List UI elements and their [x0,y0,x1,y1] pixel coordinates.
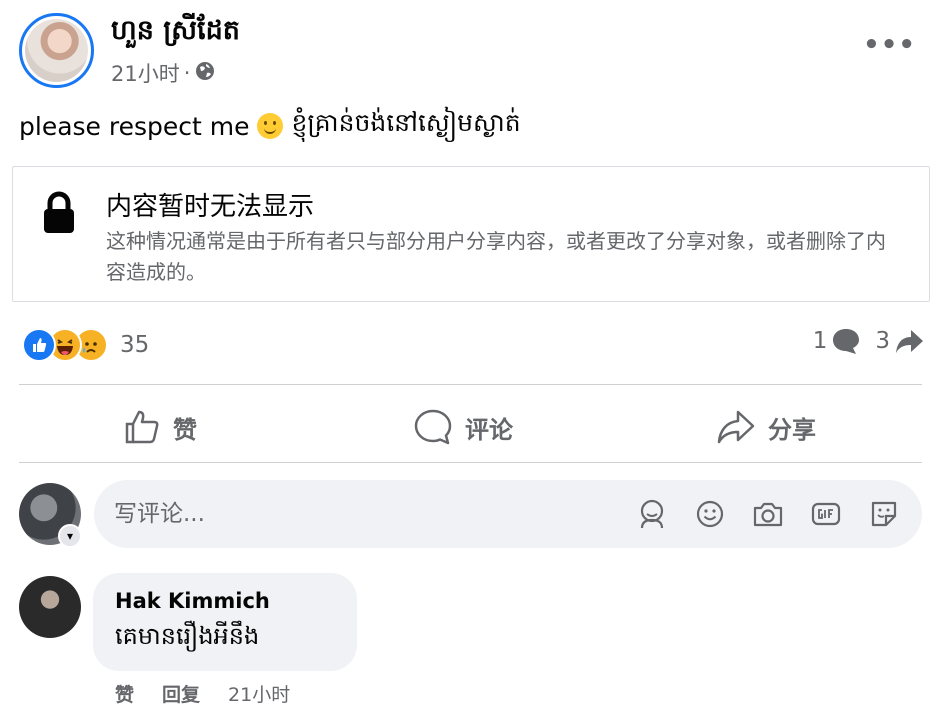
comment-label: 评论 [465,415,513,444]
sticker-icon[interactable] [866,496,902,532]
globe-icon [194,60,216,87]
author-avatar[interactable] [19,13,94,88]
comment-input[interactable] [114,501,634,527]
like-button[interactable]: 赞 [123,398,197,456]
shares-count-value: 3 [875,328,890,354]
gif-icon[interactable] [808,496,844,532]
emoji-icon[interactable] [692,496,728,532]
unavailable-description: 这种情况通常是由于所有者只与部分用户分享内容，或者更改了分享对象，或者删除了内容… [106,229,886,284]
comment-bubble-icon [833,329,860,354]
post-time[interactable]: 21小时 [111,58,180,88]
divider-top [19,384,922,385]
comment-time[interactable]: 21小时 [228,680,290,706]
share-arrow-icon [896,330,923,353]
divider-bottom [19,462,922,463]
share-button[interactable]: 分享 [716,398,816,456]
slightly-smiling-face-icon [257,113,284,139]
comment-icon [414,409,452,445]
comment-actions: 赞 回复 21小时 [115,680,290,706]
reaction-count[interactable]: 35 [120,332,149,358]
engagement-counts: 1 3 [813,327,924,355]
like-label: 赞 [173,415,197,444]
more-dots-icon[interactable]: ••• [863,30,916,60]
composer-icons [634,496,902,532]
lock-icon [42,191,76,239]
share-label: 分享 [768,415,816,444]
post-author-name[interactable]: ហួន ស្រីដែត [111,14,240,53]
post-text-km: ខ្ញុំគ្រាន់ចង់នៅស្ងៀមស្ងាត់ [291,108,521,137]
post-text-en: please respect me [19,111,250,141]
comments-count[interactable]: 1 [813,327,862,355]
meta-separator: · [183,61,191,85]
comment-bubble: Hak Kimmich គេមានរឿងអីនឹង [93,573,357,671]
comment-button[interactable]: 评论 [413,398,513,456]
like-reaction-icon [22,328,56,362]
post-text: please respect me ខ្ញុំគ្រាន់ចង់នៅស្ងៀមស… [19,108,521,144]
comment-like-button[interactable]: 赞 [115,680,134,706]
thumbs-up-icon [125,410,159,444]
shares-count[interactable]: 3 [875,327,924,355]
comment-reply-button[interactable]: 回复 [162,680,200,706]
comment-text: គេមានរឿងអីនឹង [115,622,260,650]
chevron-down-icon[interactable]: ▾ [58,524,82,548]
comment-composer [94,480,922,548]
reactions-summary[interactable]: 35 [22,327,149,363]
share-icon [717,410,755,444]
commenter-avatar[interactable] [19,576,81,638]
unavailable-title: 内容暂时无法显示 [106,192,315,222]
avatar-sticker-icon[interactable] [634,496,670,532]
camera-icon[interactable] [750,496,786,532]
comment-author[interactable]: Hak Kimmich [115,589,335,613]
post-meta: 21小时 · [111,58,216,88]
comments-count-value: 1 [812,328,828,354]
